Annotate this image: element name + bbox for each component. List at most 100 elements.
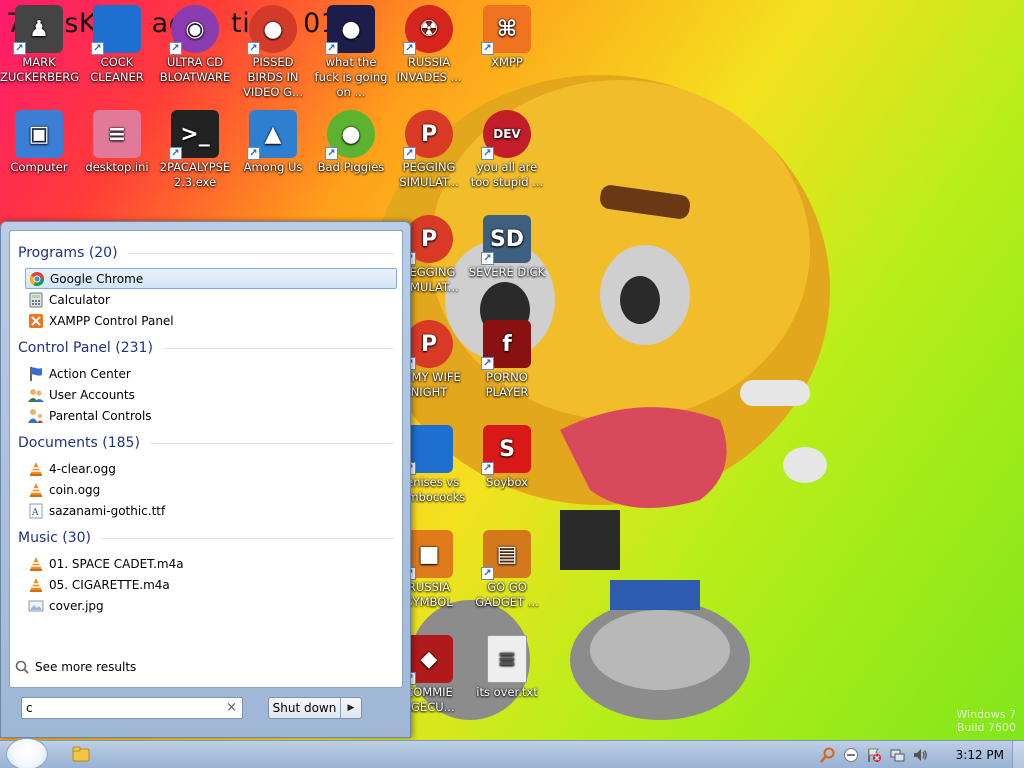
search-result-label: 4-clear.ogg — [49, 461, 116, 476]
desktop-icon[interactable]: ▲ ↗ Among Us — [234, 110, 312, 175]
desktop-icon[interactable]: ● ↗ Bad Piggies — [312, 110, 390, 175]
taskbar-clock[interactable]: 3:12 PM — [956, 748, 1004, 762]
shortcut-arrow-icon: ↗ — [169, 147, 182, 160]
watermark-line-2: Build 7600 — [956, 721, 1016, 734]
text-file-icon: ≡ — [487, 635, 527, 683]
desktop-icon[interactable]: ≡ its over.txt — [468, 635, 546, 700]
search-result-item[interactable]: Asazanami-gothic.ttf — [25, 500, 397, 521]
taskbar: 3:12 PM — [0, 738, 1024, 768]
svg-text:A: A — [31, 508, 39, 518]
search-result-item[interactable]: Parental Controls — [25, 405, 397, 426]
shortcut-arrow-icon: ↗ — [481, 252, 494, 265]
start-search-input[interactable] — [26, 700, 221, 716]
vlc-icon — [28, 482, 44, 498]
desktop-icon[interactable]: ▤ ↗ GO GO GADGET ... — [468, 530, 546, 610]
desktop-icon[interactable]: ☢ ↗ RUSSIA INVADES ... — [390, 5, 468, 85]
results-group-title: Music (30) — [18, 530, 92, 546]
shield-icon: ◆↗ — [403, 635, 453, 685]
explorer-folder-icon[interactable] — [72, 746, 90, 762]
group-divider — [162, 347, 394, 349]
search-result-item[interactable]: User Accounts — [25, 384, 397, 405]
action-center-flag-icon[interactable] — [866, 747, 882, 763]
messenger-tray-icon[interactable] — [843, 747, 859, 763]
search-result-item[interactable]: 05. CIGARETTE.m4a — [25, 574, 397, 595]
desktop-icon[interactable]: ◉ ↗ ULTRA CD BLOATWARE — [156, 5, 234, 85]
search-result-item[interactable]: Calculator — [25, 289, 397, 310]
search-result-item[interactable]: XAMPP Control Panel — [25, 310, 397, 331]
desktop-icon-label: Bad Piggies — [317, 160, 385, 174]
volume-tray-icon[interactable] — [912, 747, 928, 763]
search-result-item[interactable]: coin.ogg — [25, 479, 397, 500]
desktop-icon[interactable]: ↗ COCK CLEANER — [78, 5, 156, 85]
search-result-label: 05. CIGARETTE.m4a — [49, 577, 170, 592]
desktop-icon[interactable]: ● ↗ PISSED BIRDS IN VIDEO G... — [234, 5, 312, 100]
pig-icon: ● ↗ — [325, 110, 375, 160]
desktop-icon[interactable]: f ↗ PORNO PLAYER — [468, 320, 546, 400]
angry-bird-icon: ● ↗ — [247, 5, 297, 55]
start-search-box[interactable]: × — [21, 697, 243, 719]
desktop-icon-label: ULTRA CD BLOATWARE — [159, 55, 231, 84]
shutdown-options-arrow-icon[interactable]: ▶ — [341, 698, 361, 718]
search-result-label: Parental Controls — [49, 408, 152, 423]
desktop-icon-label: you all are too stupid ... — [470, 160, 544, 189]
desktop-icon[interactable]: DEV ↗ you all are too stupid ... — [468, 110, 546, 190]
results-group-header[interactable]: Control Panel (231) — [18, 338, 394, 358]
desktop-icon-label: MARK ZUCKERBERG — [0, 55, 80, 84]
shutdown-button[interactable]: Shut down — [269, 698, 341, 718]
results-group-header[interactable]: Documents (185) — [18, 433, 394, 453]
search-result-label: sazanami-gothic.ttf — [49, 503, 166, 518]
search-tray-icon[interactable] — [819, 747, 836, 763]
search-results-pane: Programs (20) Google Chrome Calculator XAMP… — [9, 230, 403, 688]
desktop-icon[interactable]: P↗PEGGING SIMULAT... — [390, 110, 468, 190]
desktop-icon-label: GO GO GADGET ... — [475, 580, 539, 609]
soybox-icon: S ↗ — [481, 425, 531, 475]
xampp-icon — [28, 313, 44, 329]
ini-file-icon: ≡ — [93, 110, 141, 158]
shortcut-arrow-icon: ↗ — [481, 147, 494, 160]
search-result-item[interactable]: 4-clear.ogg — [25, 458, 397, 479]
search-result-item[interactable]: Google Chrome — [25, 268, 397, 289]
start-button[interactable] — [6, 738, 48, 768]
search-icon — [15, 660, 29, 674]
among-us-icon: ▲ ↗ — [247, 110, 297, 160]
show-desktop-button[interactable] — [1012, 741, 1024, 768]
search-result-item[interactable]: cover.jpg — [25, 595, 397, 616]
clear-search-icon[interactable]: × — [226, 700, 237, 715]
shortcut-arrow-icon: ↗ — [247, 42, 260, 55]
calculator-icon — [28, 292, 44, 308]
desktop-icon-label: SEVERE DICK — [468, 265, 546, 279]
font-file-icon: A — [28, 503, 44, 519]
search-result-item[interactable]: 01. SPACE CADET.m4a — [25, 553, 397, 574]
desktop-icon[interactable]: S ↗ Soybox — [468, 425, 546, 490]
desktop-icon-label: 2PACALYPSE 2.3.exe — [159, 160, 231, 189]
desktop-icon-label: PEGGING SIMULAT... — [399, 160, 459, 189]
users-icon — [28, 387, 44, 403]
desktop-icon-label: PISSED BIRDS IN VIDEO G... — [243, 55, 303, 99]
desktop-icon[interactable]: ● ↗ what the fuck is going on ... — [312, 5, 390, 100]
desktop-icon[interactable]: >_ ↗ 2PACALYPSE 2.3.exe — [156, 110, 234, 190]
shortcut-arrow-icon: ↗ — [325, 42, 338, 55]
search-result-label: Google Chrome — [50, 271, 144, 286]
results-group-header[interactable]: Music (30) — [18, 528, 394, 548]
desktop-icon[interactable]: ⌘ ↗ XMPP — [468, 5, 546, 70]
network-tray-icon[interactable] — [889, 747, 905, 763]
desktop-icon-label: what the fuck is going on ... — [314, 55, 388, 99]
desktop-icon-label: its over.txt — [476, 685, 538, 699]
see-more-results-link[interactable]: See more results — [15, 660, 136, 674]
blue-box-icon: ↗ — [91, 5, 141, 55]
desktop-icon[interactable]: ≡ desktop.ini — [78, 110, 156, 175]
desktop-icon[interactable]: ▣ Computer — [0, 110, 78, 175]
p-icon: P↗ — [403, 320, 453, 370]
flash-icon: f ↗ — [481, 320, 531, 370]
shortcut-arrow-icon: ↗ — [325, 147, 338, 160]
desktop-icon[interactable]: ♟ ↗ MARK ZUCKERBERG — [0, 5, 80, 85]
search-result-label: Action Center — [49, 366, 131, 381]
group-divider — [127, 252, 394, 254]
results-group-title: Documents (185) — [18, 435, 140, 451]
search-result-item[interactable]: Action Center — [25, 363, 397, 384]
watermark-line-1: Windows 7 — [956, 708, 1016, 721]
desktop-icon-label: XMPP — [491, 55, 523, 69]
results-group-header[interactable]: Programs (20) — [18, 243, 394, 263]
desktop-icon[interactable]: SD ↗ SEVERE DICK — [468, 215, 546, 280]
search-result-label: 01. SPACE CADET.m4a — [49, 556, 184, 571]
